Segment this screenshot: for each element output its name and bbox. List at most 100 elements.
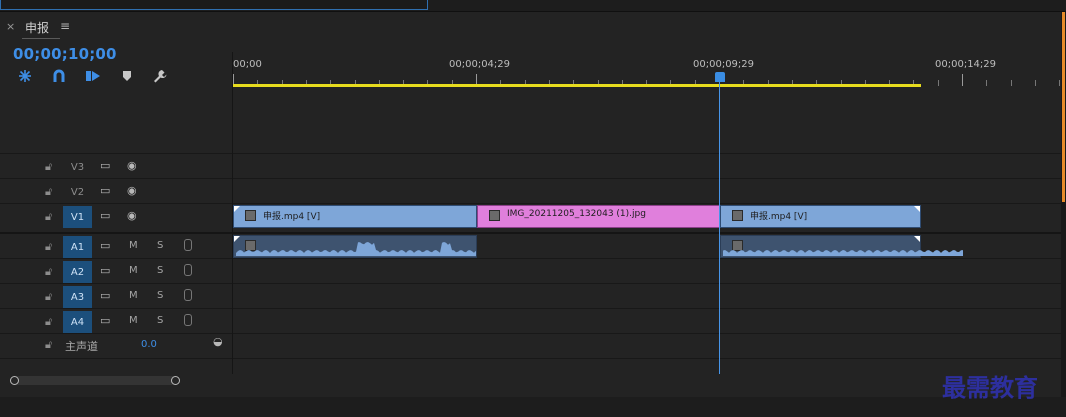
sync-lock-icon[interactable]: ▭ (100, 289, 110, 302)
wrench-settings-icon[interactable] (150, 66, 170, 86)
track-target-a1[interactable]: A1 (63, 236, 92, 258)
divider (0, 11, 1066, 12)
lock-icon[interactable]: 🔓︎ (45, 160, 52, 174)
lock-icon[interactable]: 🔓︎ (45, 210, 52, 224)
lock-icon[interactable]: 🔓︎ (45, 338, 52, 352)
sync-lock-icon[interactable]: ▭ (100, 239, 110, 252)
fx-badge-icon (489, 210, 500, 221)
microphone-icon[interactable] (184, 289, 192, 301)
video-clip[interactable]: 申报.mp4 [V] (720, 205, 921, 228)
track-target-v1[interactable]: V1 (63, 206, 92, 228)
clip-corner (914, 206, 920, 212)
microphone-icon[interactable] (184, 264, 192, 276)
track-header-v1: 🔓︎ V1 ▭ ◉ (0, 204, 232, 229)
mute-button[interactable]: M (129, 265, 138, 276)
mute-button[interactable]: M (129, 240, 138, 251)
work-area-bar[interactable] (233, 84, 921, 87)
audio-waveform (236, 242, 476, 256)
solo-button[interactable]: S (157, 240, 163, 251)
ruler-tick (962, 74, 963, 86)
fx-badge-icon (732, 210, 743, 221)
scroll-start-handle[interactable] (10, 376, 19, 385)
master-track-label: 主声道 (65, 340, 98, 353)
solo-button[interactable]: S (157, 315, 163, 326)
clip-corner (234, 206, 240, 212)
solo-button[interactable]: S (157, 265, 163, 276)
fx-badge-icon (245, 210, 256, 221)
snap-icon[interactable] (15, 66, 35, 86)
master-volume-value[interactable]: 0.0 (141, 339, 157, 350)
eye-icon[interactable]: ◉ (127, 209, 137, 222)
audio-waveform (723, 250, 963, 256)
track-row-a2: 🔓︎ A2 ▭ M S (0, 258, 1061, 284)
scroll-end-handle[interactable] (171, 376, 180, 385)
track-header-a1: 🔓︎ A1 ▭ M S (0, 234, 232, 259)
sequence-tab-title[interactable]: 申报 (25, 19, 49, 36)
lock-icon[interactable]: 🔓︎ (45, 240, 52, 254)
linked-selection-icon[interactable] (49, 66, 69, 86)
track-header-a4: 🔓︎ A4 ▭ M S (0, 309, 232, 334)
clip-label: 申报.mp4 [V] (750, 212, 808, 222)
clip-label: 申报.mp4 [V] (263, 212, 321, 222)
sync-lock-icon[interactable]: ▭ (100, 209, 110, 222)
track-row-a4: 🔓︎ A4 ▭ M S (0, 308, 1061, 334)
track-row-a1: 🔓︎ A1 ▭ M S (0, 232, 1061, 259)
bottom-panel-strip (0, 397, 1066, 417)
audio-clip[interactable] (233, 235, 477, 258)
eye-icon[interactable]: ◉ (127, 159, 137, 172)
track-row-a3: 🔓︎ A3 ▭ M S (0, 283, 1061, 309)
image-clip[interactable]: IMG_20211205_132043 (1).jpg (477, 205, 720, 228)
track-header-a2: 🔓︎ A2 ▭ M S (0, 259, 232, 284)
track-target-a4[interactable]: A4 (63, 311, 92, 333)
lock-icon[interactable]: 🔓︎ (45, 185, 52, 199)
sync-lock-icon[interactable]: ▭ (100, 314, 110, 327)
close-tab-icon[interactable]: × (6, 20, 15, 33)
track-target-a2[interactable]: A2 (63, 261, 92, 283)
playhead-handle[interactable] (715, 72, 725, 82)
track-target-v2[interactable]: V2 (63, 181, 92, 203)
ruler-tick (1010, 80, 1012, 86)
sync-lock-icon[interactable]: ▭ (100, 264, 110, 277)
playhead-timecode[interactable]: 00;00;10;00 (13, 45, 117, 63)
time-ruler[interactable]: 00;00 00;00;04;29 00;00;09;29 00;00;14;2… (233, 56, 1063, 86)
video-clip[interactable]: 申报.mp4 [V] (233, 205, 477, 228)
zoom-scrollbar[interactable] (10, 376, 180, 385)
ruler-tick (937, 80, 939, 86)
lock-icon[interactable]: 🔓︎ (45, 265, 52, 279)
marker-icon[interactable] (117, 66, 137, 86)
microphone-icon[interactable] (184, 239, 192, 251)
ruler-label: 00;00;04;29 (449, 59, 511, 70)
microphone-icon[interactable] (184, 314, 192, 326)
upper-panel-edge (0, 0, 428, 10)
track-row-master (0, 333, 1061, 359)
playhead-line[interactable] (719, 72, 720, 374)
clip-label: IMG_20211205_132043 (1).jpg (507, 209, 646, 219)
panel-menu-icon[interactable]: ≡ (60, 19, 70, 33)
track-row-v2: 🔓︎ V2 ▭ ◉ (0, 178, 1061, 204)
track-header-v2: 🔓︎ V2 ▭ ◉ (0, 179, 232, 204)
solo-button[interactable]: S (157, 290, 163, 301)
lock-icon[interactable]: 🔓︎ (45, 315, 52, 329)
sync-lock-icon[interactable]: ▭ (100, 159, 110, 172)
header-divider (232, 52, 233, 374)
track-header-v3: 🔓︎ V3 ▭ ◉ (0, 154, 232, 179)
ruler-label: 00;00;14;29 (935, 59, 997, 70)
add-marker-icon[interactable] (83, 66, 103, 86)
sync-lock-icon[interactable]: ▭ (100, 184, 110, 197)
track-header-a3: 🔓︎ A3 ▭ M S (0, 284, 232, 309)
eye-icon[interactable]: ◉ (127, 184, 137, 197)
mute-button[interactable]: M (129, 290, 138, 301)
ruler-tick (1034, 80, 1036, 86)
mute-button[interactable]: M (129, 315, 138, 326)
track-target-v3[interactable]: V3 (63, 156, 92, 178)
track-row-empty (0, 358, 1061, 375)
panel-focus-accent (1062, 12, 1065, 202)
ruler-tick (986, 80, 988, 86)
lock-icon[interactable]: 🔓︎ (45, 290, 52, 304)
track-row-v3: 🔓︎ V3 ▭ ◉ (0, 153, 1061, 179)
track-target-a3[interactable]: A3 (63, 286, 92, 308)
ruler-label: 00;00 (233, 59, 262, 70)
tab-underline (22, 38, 60, 39)
go-to-in-out-icon[interactable]: ◒ (213, 335, 223, 348)
audio-clip[interactable] (720, 235, 963, 258)
